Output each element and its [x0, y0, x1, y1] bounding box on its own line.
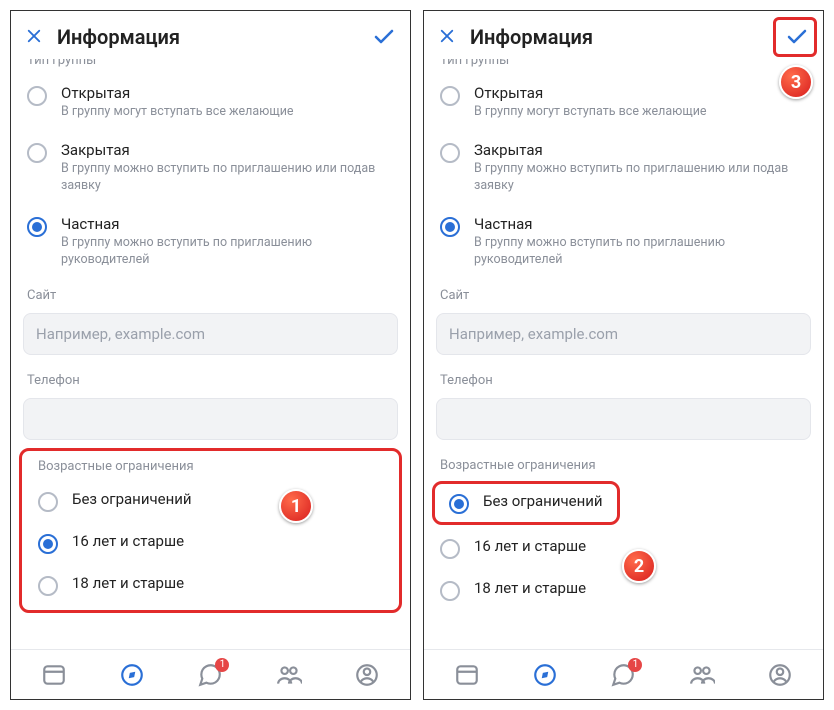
radio-icon [38, 492, 58, 512]
section-label-age: Возрастные ограничения [22, 455, 399, 480]
section-label-phone: Телефон [424, 363, 823, 394]
nav-messages-icon[interactable]: 1 [610, 662, 636, 688]
page-title: Информация [57, 25, 358, 49]
radio-label: 16 лет и старше [474, 537, 586, 555]
header: Информация [11, 11, 410, 59]
radio-label: Частная [474, 215, 807, 233]
content: Тип группы Открытая В группу могут вступ… [11, 59, 410, 649]
radio-desc: В группу можно вступить по приглашению и… [474, 161, 807, 195]
nav-badge: 1 [215, 658, 229, 672]
radio-desc: В группу могут вступать все желающие [474, 104, 707, 121]
radio-label: Закрытая [474, 141, 807, 159]
radio-desc: В группу можно вступить по приглашению р… [61, 235, 394, 269]
radio-label: Без ограничений [72, 490, 192, 508]
nav-discover-icon[interactable] [532, 662, 558, 688]
site-input[interactable]: Например, example.com [23, 313, 398, 355]
page-title: Информация [470, 25, 771, 49]
radio-label: 18 лет и старше [474, 579, 586, 597]
radio-label: Открытая [474, 84, 707, 102]
close-icon[interactable] [438, 27, 456, 48]
radio-age-16[interactable]: 16 лет и старше [22, 522, 399, 564]
radio-icon [440, 217, 460, 237]
radio-private[interactable]: Частная В группу можно вступить по пригл… [11, 205, 410, 279]
nav-badge: 1 [628, 658, 642, 672]
step-badge-3: 3 [779, 65, 813, 99]
header: Информация [424, 11, 823, 59]
radio-label: Частная [61, 215, 394, 233]
section-label-group-type: Тип группы [11, 59, 410, 74]
radio-icon [440, 86, 460, 106]
radio-icon [440, 143, 460, 163]
phone-input[interactable] [436, 398, 811, 440]
radio-open[interactable]: Открытая В группу могут вступать все жел… [424, 74, 823, 131]
nav-news-icon[interactable] [41, 662, 67, 688]
step-badge-1: 1 [279, 489, 313, 523]
nav-discover-icon[interactable] [119, 662, 145, 688]
radio-icon [38, 576, 58, 596]
radio-age-none[interactable]: Без ограничений [22, 480, 399, 522]
nav-friends-icon[interactable] [689, 662, 715, 688]
radio-age-none[interactable]: Без ограничений [435, 484, 617, 522]
radio-private[interactable]: Частная В группу можно вступить по пригл… [424, 205, 823, 279]
radio-age-18[interactable]: 18 лет и старше [22, 564, 399, 606]
radio-label: 18 лет и старше [72, 574, 184, 592]
input-placeholder: Например, example.com [36, 325, 205, 343]
phone-right: Информация Тип группы Открытая В группу … [423, 10, 824, 700]
nav-friends-icon[interactable] [276, 662, 302, 688]
radio-label: Открытая [61, 84, 294, 102]
radio-label: Закрытая [61, 141, 394, 159]
radio-closed[interactable]: Закрытая В группу можно вступить по приг… [424, 131, 823, 205]
step-badge-2: 2 [622, 549, 656, 583]
phone-input[interactable] [23, 398, 398, 440]
radio-desc: В группу можно вступить по приглашению р… [474, 235, 807, 269]
section-label-age: Возрастные ограничения [424, 448, 823, 479]
confirm-check-icon[interactable] [785, 25, 809, 49]
radio-open[interactable]: Открытая В группу могут вступать все жел… [11, 74, 410, 131]
radio-icon [440, 539, 460, 559]
highlight-age-section: Возрастные ограничения Без ограничений 1… [19, 448, 402, 613]
age-block: Возрастные ограничения Без ограничений 1… [11, 448, 410, 613]
close-icon[interactable] [25, 27, 43, 48]
radio-label: 16 лет и старше [72, 532, 184, 550]
nav-profile-icon[interactable] [767, 662, 793, 688]
radio-icon [449, 494, 469, 514]
radio-desc: В группу можно вступить по приглашению и… [61, 161, 394, 195]
bottom-nav: 1 [424, 649, 823, 699]
input-placeholder: Например, example.com [449, 325, 618, 343]
nav-profile-icon[interactable] [354, 662, 380, 688]
radio-desc: В группу могут вступать все желающие [61, 104, 294, 121]
radio-icon [27, 217, 47, 237]
confirm-check-icon[interactable] [372, 25, 396, 49]
radio-icon [27, 86, 47, 106]
age-block: Возрастные ограничения Без ограничений 1… [424, 448, 823, 611]
highlight-age-none: Без ограничений [432, 481, 620, 525]
section-label-group-type: Тип группы [424, 59, 823, 74]
section-label-site: Сайт [424, 278, 823, 309]
phone-left: Информация Тип группы Открытая В группу … [10, 10, 411, 700]
nav-messages-icon[interactable]: 1 [197, 662, 223, 688]
radio-label: Без ограничений [483, 492, 603, 510]
site-input[interactable]: Например, example.com [436, 313, 811, 355]
radio-age-18[interactable]: 18 лет и старше [424, 569, 823, 611]
radio-icon [440, 581, 460, 601]
nav-news-icon[interactable] [454, 662, 480, 688]
radio-icon [38, 534, 58, 554]
section-label-phone: Телефон [11, 363, 410, 394]
radio-closed[interactable]: Закрытая В группу можно вступить по приг… [11, 131, 410, 205]
radio-icon [27, 143, 47, 163]
bottom-nav: 1 [11, 649, 410, 699]
section-label-site: Сайт [11, 278, 410, 309]
